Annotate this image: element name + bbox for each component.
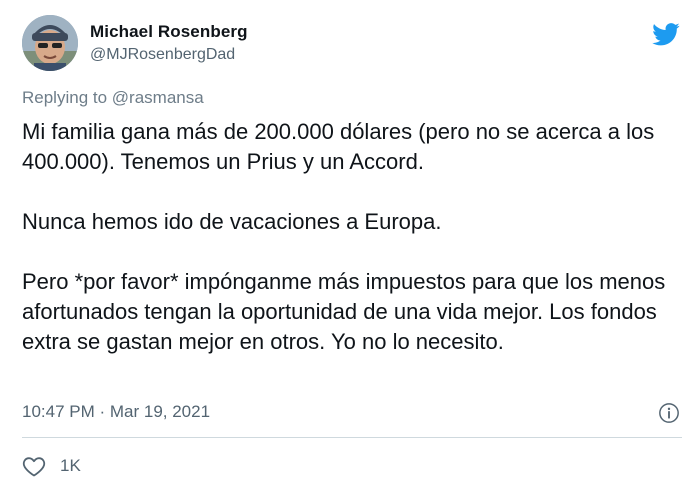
replying-to: Replying to @rasmansa	[22, 86, 204, 110]
author-names: Michael Rosenberg @MJRosenbergDad	[90, 22, 248, 66]
author-display-name[interactable]: Michael Rosenberg	[90, 22, 248, 42]
author-handle[interactable]: @MJRosenbergDad	[90, 44, 248, 66]
tweet-timestamp[interactable]: 10:47 PM · Mar 19, 2021	[22, 400, 210, 424]
like-count[interactable]: 1K	[60, 454, 81, 478]
avatar[interactable]	[22, 15, 78, 71]
tweet-paragraph: Pero *por favor* impónganme más impuesto…	[22, 269, 666, 354]
tweet-text: Mi familia gana más de 200.000 dólares (…	[22, 117, 672, 357]
tweet-card: Michael Rosenberg @MJRosenbergDad Replyi…	[0, 0, 700, 494]
divider	[22, 437, 682, 438]
info-icon[interactable]	[658, 402, 680, 424]
avatar-image	[22, 15, 78, 71]
heart-icon[interactable]	[22, 455, 46, 477]
twitter-bird-icon[interactable]	[650, 20, 682, 48]
tweet-actions: 1K	[22, 453, 81, 479]
tweet-paragraph: Mi familia gana más de 200.000 dólares (…	[22, 119, 655, 174]
tweet-paragraph: Nunca hemos ido de vacaciones a Europa.	[22, 209, 442, 234]
tweet-header: Michael Rosenberg @MJRosenbergDad	[22, 14, 682, 78]
replying-prefix: Replying to	[22, 88, 112, 107]
reply-mention-link[interactable]: @rasmansa	[112, 88, 204, 107]
